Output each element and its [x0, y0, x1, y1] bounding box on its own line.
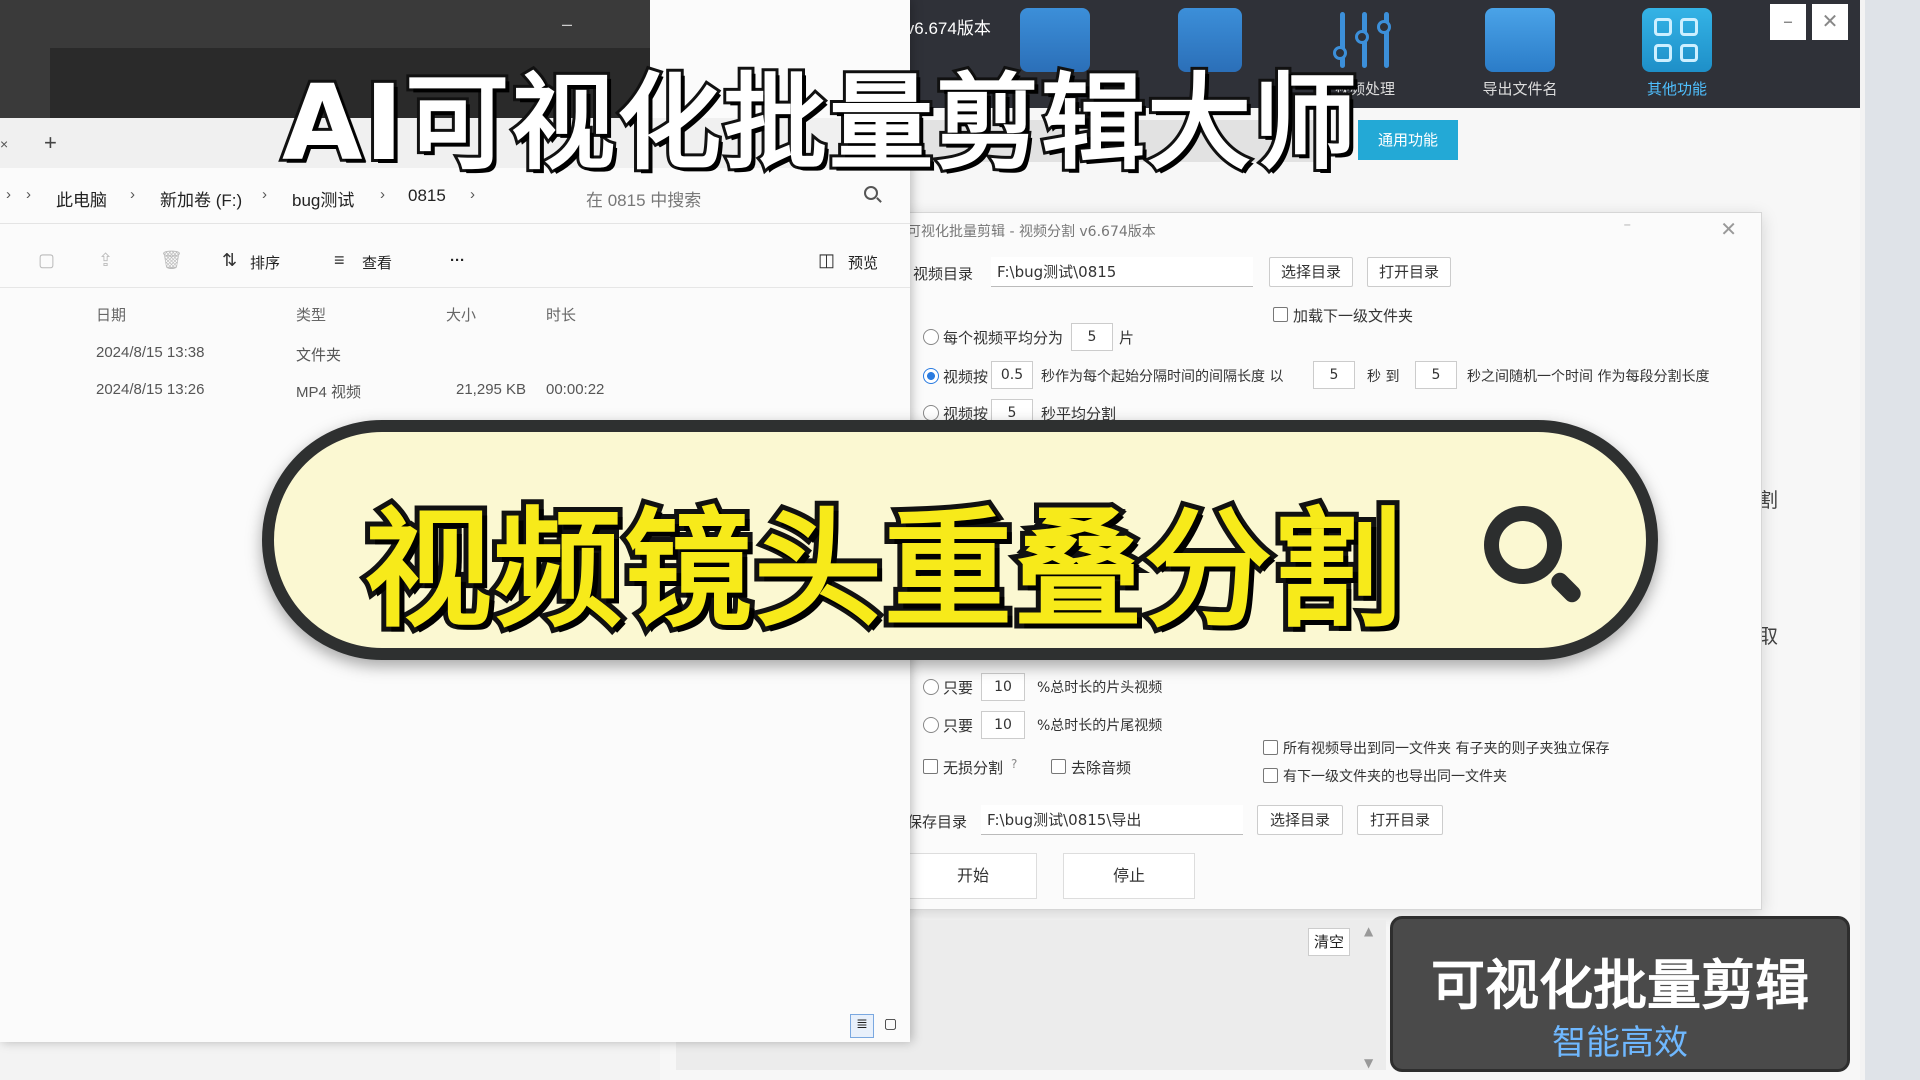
remove-audio-label: 去除音频: [1071, 759, 1132, 777]
sub-same-folder-checkbox[interactable]: [1263, 768, 1278, 783]
column-type[interactable]: 类型: [296, 304, 326, 325]
app-minimize-button[interactable]: –: [1770, 4, 1806, 40]
column-date[interactable]: 日期: [96, 304, 126, 325]
breadcrumb-separator: ›: [130, 186, 135, 203]
share-icon[interactable]: ⇪: [98, 250, 113, 271]
row-size: 21,295 KB: [456, 381, 527, 398]
video-dir-label: 视频目录: [913, 265, 974, 283]
column-duration[interactable]: 时长: [546, 304, 576, 325]
headline-overlay: AI可视化批量剪辑大师: [279, 59, 1360, 187]
avg-split-unit: 片: [1119, 329, 1135, 347]
scroll-up-arrow-icon[interactable]: ▲: [1364, 924, 1373, 938]
preview-pane-icon: ◫: [818, 250, 836, 270]
head-tail-label: %总时长的片头视频: [1037, 680, 1163, 696]
choose-video-dir-button[interactable]: 选择目录: [1269, 257, 1353, 287]
help-icon[interactable]: ?: [1011, 757, 1017, 771]
head-only-radio[interactable]: [923, 679, 939, 695]
all-same-folder-checkbox[interactable]: [1263, 740, 1278, 755]
sub-same-folder-label: 有下一级文件夹的也导出同一文件夹: [1283, 769, 1507, 785]
row-date: 2024/8/15 13:26: [96, 381, 205, 398]
interval-tail-label: 秒之间随机一个时间 作为每段分割长度: [1467, 369, 1710, 385]
clear-log-button[interactable]: 清空: [1308, 928, 1350, 956]
rename-icon[interactable]: ▢: [38, 250, 55, 271]
sort-icon: ⇅: [222, 250, 238, 270]
avg-split-radio[interactable]: [923, 329, 939, 345]
breadcrumb-drive-f[interactable]: 新加卷 (F:): [160, 186, 242, 211]
grid-icon: [1642, 8, 1712, 72]
search-icon: [1484, 506, 1562, 584]
interval-split-label: 视频按: [943, 368, 989, 386]
tool-export-filename-button[interactable]: 导出文件名: [1465, 8, 1575, 104]
breadcrumb-separator: ›: [26, 186, 31, 203]
tiles-view-icon[interactable]: ▢: [878, 1015, 902, 1039]
tool-other-functions-button[interactable]: 其他功能: [1622, 8, 1732, 104]
view-toggle: ≣ ▢: [850, 1014, 902, 1039]
remove-audio-checkbox[interactable]: [1051, 759, 1066, 774]
interval-mid-label: 秒作为每个起始分隔时间的间隔长度 以: [1041, 369, 1284, 385]
view-button[interactable]: 查看: [362, 252, 392, 273]
open-save-dir-button[interactable]: 打开目录: [1357, 805, 1443, 835]
load-subfolder-label: 加载下一级文件夹: [1293, 307, 1414, 325]
dialog-close-button[interactable]: ✕: [1720, 217, 1737, 241]
breadcrumb-bug-test[interactable]: bug测试: [292, 186, 354, 211]
start-button[interactable]: 开始: [909, 853, 1037, 899]
right-scroll-strip: [1865, 0, 1920, 1080]
save-dir-label: 保存目录: [907, 813, 968, 831]
lossless-split-label: 无损分割: [943, 759, 1004, 777]
promo-title: 可视化批量剪辑: [1431, 954, 1809, 1017]
app-close-button[interactable]: ✕: [1812, 4, 1848, 40]
breadcrumb-0815[interactable]: 0815: [408, 186, 446, 206]
dialog-minimize-button[interactable]: –: [1624, 215, 1632, 233]
choose-save-dir-button[interactable]: 选择目录: [1257, 805, 1343, 835]
view-icon: ≡: [334, 250, 345, 270]
tail-only-radio[interactable]: [923, 717, 939, 733]
even-split-radio[interactable]: [923, 405, 939, 421]
breadcrumb-this-pc[interactable]: 此电脑: [56, 186, 107, 211]
head-percent-input[interactable]: 10: [981, 673, 1025, 701]
save-dir-input[interactable]: F:\bug测试\0815\导出: [981, 805, 1243, 835]
video-dir-input[interactable]: F:\bug测试\0815: [991, 257, 1253, 287]
interval-value-input[interactable]: 0.5: [991, 361, 1033, 389]
tab-close-icon[interactable]: ×: [0, 136, 8, 152]
avg-split-count-input[interactable]: 5: [1071, 323, 1113, 351]
interval-split-radio[interactable]: [923, 368, 939, 384]
tail-only-label: 只要: [943, 717, 974, 735]
banner-text: 视频镜头重叠分割: [359, 491, 1407, 650]
delete-icon[interactable]: 🗑: [160, 250, 183, 271]
interval-to-label: 秒 到: [1367, 369, 1400, 385]
tail-percent-input[interactable]: 10: [981, 711, 1025, 739]
add-tab-button[interactable]: +: [44, 130, 57, 156]
folder-export-icon: [1485, 8, 1555, 72]
promo-subtitle: 智能高效: [1552, 1023, 1688, 1063]
more-button[interactable]: ···: [450, 252, 465, 269]
open-video-dir-button[interactable]: 打开目录: [1367, 257, 1451, 287]
sort-button[interactable]: 排序: [250, 252, 280, 273]
breadcrumb-separator: ›: [262, 186, 267, 203]
row-duration: 00:00:22: [546, 381, 605, 398]
row-type: 文件夹: [296, 347, 342, 364]
row-date: 2024/8/15 13:38: [96, 344, 205, 361]
column-size[interactable]: 大小: [446, 304, 476, 325]
head-only-label: 只要: [943, 679, 974, 697]
row-type: MP4 视频: [296, 384, 362, 401]
all-same-folder-label: 所有视频导出到同一文件夹 有子夹的则子夹独立保存: [1283, 741, 1610, 757]
scroll-down-arrow-icon[interactable]: ▼: [1364, 1056, 1373, 1070]
search-banner-overlay: 视频镜头重叠分割: [262, 420, 1658, 660]
search-input[interactable]: 在 0815 中搜索: [586, 186, 701, 211]
tail-tail-label: %总时长的片尾视频: [1037, 718, 1163, 734]
promo-card: 可视化批量剪辑 智能高效: [1390, 916, 1850, 1072]
explorer-minimize-button[interactable]: –: [562, 14, 572, 35]
load-subfolder-checkbox[interactable]: [1273, 307, 1288, 322]
preview-button[interactable]: 预览: [848, 252, 878, 273]
details-view-icon[interactable]: ≣: [850, 1014, 874, 1038]
interval-from-input[interactable]: 5: [1313, 361, 1355, 389]
stop-button[interactable]: 停止: [1063, 853, 1195, 899]
dialog-title: 可视化批量剪辑 - 视频分割 v6.674版本: [907, 224, 1156, 240]
interval-to-input[interactable]: 5: [1415, 361, 1457, 389]
tab-common-functions[interactable]: 通用功能: [1358, 120, 1458, 160]
avg-split-label: 每个视频平均分为: [943, 329, 1064, 347]
breadcrumb-separator: ›: [6, 186, 11, 203]
lossless-split-checkbox[interactable]: [923, 759, 938, 774]
